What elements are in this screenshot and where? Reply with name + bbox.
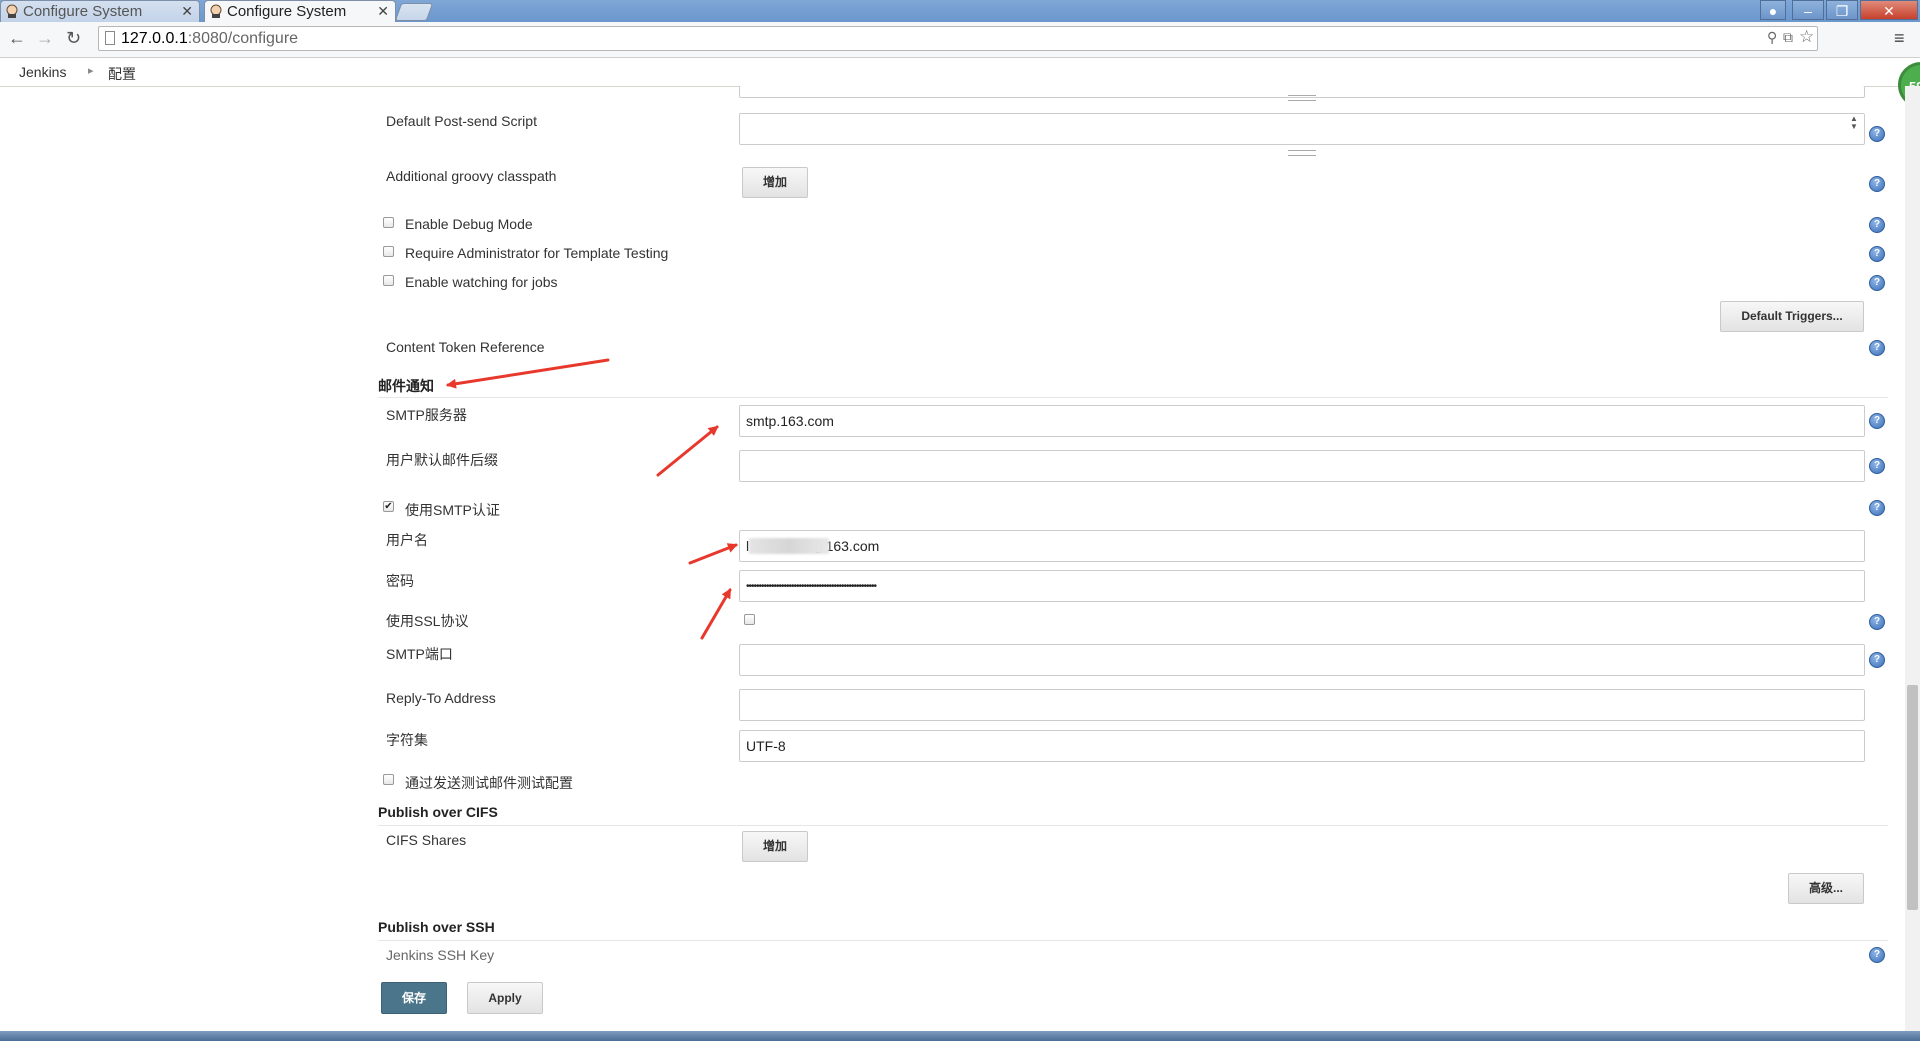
help-icon[interactable]: ? — [1869, 614, 1885, 630]
cifs-shares-label: CIFS Shares — [386, 832, 467, 848]
help-icon[interactable]: ? — [1869, 275, 1885, 291]
default-user-email-suffix-input[interactable] — [739, 450, 1865, 482]
jenkins-favicon-icon — [6, 4, 18, 18]
help-icon[interactable]: ? — [1869, 652, 1885, 668]
tab-title: Configure System — [227, 3, 347, 20]
location-pin-icon[interactable]: ⚲ — [1767, 29, 1777, 46]
use-ssl-label: 使用SSL协议 — [386, 613, 469, 629]
charset-input[interactable] — [739, 730, 1865, 762]
reply-to-address-input[interactable] — [739, 689, 1865, 721]
breadcrumb: Jenkins ▸ 配置 — [0, 58, 1920, 87]
test-config-checkbox[interactable] — [383, 774, 394, 785]
reload-icon[interactable]: ↻ — [66, 28, 81, 49]
publish-over-ssh-section-title: Publish over SSH — [378, 919, 495, 935]
default-post-send-script-textarea[interactable] — [739, 113, 1865, 145]
resize-grip[interactable] — [1288, 95, 1316, 101]
help-icon[interactable]: ? — [1869, 458, 1885, 474]
maximize-button[interactable]: ❐ — [1826, 0, 1858, 20]
enable-debug-mode-checkbox[interactable] — [383, 217, 394, 228]
apply-button[interactable]: Apply — [467, 982, 543, 1014]
reply-to-address-label: Reply-To Address — [386, 690, 496, 706]
default-post-send-script-label: Default Post-send Script — [386, 113, 537, 129]
tab-close-icon[interactable]: ✕ — [377, 1, 389, 22]
use-smtp-auth-label: 使用SMTP认证 — [405, 502, 500, 518]
minimize-button[interactable]: – — [1792, 0, 1824, 20]
smtp-server-input[interactable] — [739, 405, 1865, 437]
enable-debug-mode-label: Enable Debug Mode — [405, 216, 533, 232]
section-divider — [378, 825, 1888, 826]
default-triggers-button[interactable]: Default Triggers... — [1720, 301, 1864, 332]
require-admin-template-testing-checkbox[interactable] — [383, 246, 394, 257]
add-classpath-button[interactable]: 增加 — [742, 167, 808, 198]
annotation-arrows — [446, 358, 738, 640]
publish-over-cifs-section-title: Publish over CIFS — [378, 804, 498, 820]
add-cifs-share-button[interactable]: 增加 — [742, 831, 808, 862]
password-label: 密码 — [386, 573, 414, 589]
require-admin-template-testing-label: Require Administrator for Template Testi… — [405, 245, 669, 261]
user-profile-icon[interactable]: ● — [1760, 0, 1786, 20]
annotation-arrow-mail-section — [446, 358, 610, 389]
enable-watching-jobs-checkbox[interactable] — [383, 275, 394, 286]
use-ssl-checkbox[interactable] — [744, 614, 755, 625]
username-label: 用户名 — [386, 532, 428, 548]
help-icon[interactable]: ? — [1869, 413, 1885, 429]
jenkins-ssh-key-label: Jenkins SSH Key — [386, 947, 495, 963]
help-icon[interactable]: ? — [1869, 126, 1885, 142]
smtp-server-label: SMTP服务器 — [386, 407, 467, 423]
breadcrumb-separator-icon: ▸ — [88, 65, 94, 77]
browser-tab-active[interactable]: Configure System ✕ — [204, 0, 396, 22]
additional-groovy-classpath-label: Additional groovy classpath — [386, 168, 557, 184]
smtp-port-input[interactable] — [739, 644, 1865, 676]
save-button[interactable]: 保存 — [381, 982, 447, 1014]
section-divider — [378, 940, 1888, 941]
content-token-reference-label: Content Token Reference — [386, 339, 545, 355]
browser-toolbar: ← → ↻ 127.0.0.1:8080/configure ⚲ ⧉ ☆ ≡ — [0, 22, 1920, 58]
annotation-arrow-smtp-server — [656, 425, 719, 477]
textarea-spinner-icon[interactable]: ▲ ▼ — [1850, 115, 1858, 131]
help-icon[interactable]: ? — [1869, 217, 1885, 233]
test-config-label: 通过发送测试邮件测试配置 — [405, 775, 573, 791]
jenkins-favicon-icon — [210, 4, 222, 18]
blurred-username-region — [749, 538, 829, 554]
charset-label: 字符集 — [386, 732, 428, 748]
browser-tab-inactive[interactable]: Configure System ✕ — [0, 0, 200, 22]
username-input[interactable] — [739, 530, 1865, 562]
browser-tab-strip: Configure System ✕ Configure System ✕ ● … — [0, 0, 1920, 22]
bookmark-star-icon[interactable]: ☆ — [1799, 27, 1814, 47]
use-smtp-auth-checkbox[interactable]: ✔ — [383, 501, 394, 512]
mail-notification-section-title: 邮件通知 — [378, 378, 434, 394]
smtp-port-label: SMTP端口 — [386, 646, 453, 662]
translate-icon[interactable]: ⧉ — [1783, 29, 1793, 46]
help-icon[interactable]: ? — [1869, 500, 1885, 516]
help-icon[interactable]: ? — [1869, 246, 1885, 262]
help-icon[interactable]: ? — [1869, 340, 1885, 356]
breadcrumb-current[interactable]: 配置 — [108, 64, 136, 84]
section-divider — [378, 397, 1888, 398]
breadcrumb-jenkins-link[interactable]: Jenkins — [19, 64, 66, 80]
annotation-arrow-password — [700, 588, 732, 640]
os-taskbar — [0, 1031, 1920, 1041]
enable-watching-jobs-label: Enable watching for jobs — [405, 274, 558, 290]
window-close-button[interactable]: ✕ — [1860, 0, 1918, 20]
forward-arrow-icon[interactable]: → — [36, 28, 54, 49]
tab-title: Configure System — [23, 3, 143, 20]
help-icon[interactable]: ? — [1869, 947, 1885, 963]
help-icon[interactable]: ? — [1869, 176, 1885, 192]
back-arrow-icon[interactable]: ← — [8, 28, 26, 49]
page-icon — [105, 31, 115, 45]
scrollbar-thumb[interactable] — [1907, 685, 1918, 910]
default-user-email-suffix-label: 用户默认邮件后缀 — [386, 452, 498, 468]
annotation-arrow-username — [688, 543, 738, 565]
advanced-button[interactable]: 高级... — [1788, 873, 1864, 904]
password-input[interactable] — [739, 570, 1865, 602]
new-tab-button[interactable] — [394, 3, 434, 21]
resize-grip[interactable] — [1288, 150, 1316, 156]
tab-close-icon[interactable]: ✕ — [181, 1, 193, 22]
address-bar[interactable]: 127.0.0.1:8080/configure ⚲ ⧉ ☆ — [98, 26, 1818, 51]
browser-menu-icon[interactable]: ≡ — [1894, 28, 1905, 49]
url-text: 127.0.0.1:8080/configure — [121, 30, 299, 47]
